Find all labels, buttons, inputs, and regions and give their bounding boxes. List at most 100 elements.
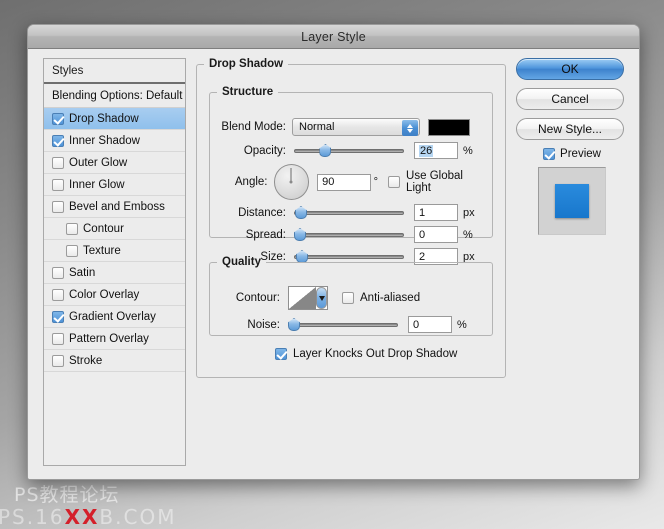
style-row-pattern-overlay[interactable]: Pattern Overlay <box>44 328 185 350</box>
style-row-stroke[interactable]: Stroke <box>44 350 185 372</box>
slider-track <box>294 148 404 153</box>
checkbox-gradient-overlay[interactable] <box>52 310 64 323</box>
checkbox-color-overlay[interactable] <box>52 288 64 301</box>
contour-row: Contour: Anti-aliased <box>220 286 484 310</box>
blend-mode-select[interactable]: Normal <box>292 118 420 136</box>
anti-aliased-label: Anti-aliased <box>360 292 421 304</box>
style-row-gradient-overlay[interactable]: Gradient Overlay <box>44 306 185 328</box>
style-label: Contour <box>83 222 124 235</box>
checkbox-stroke[interactable] <box>52 354 64 367</box>
shadow-color-swatch[interactable] <box>428 118 470 136</box>
style-row-inner-shadow[interactable]: Inner Shadow <box>44 130 185 152</box>
checkbox-satin[interactable] <box>52 266 64 279</box>
angle-value: 90 <box>322 176 335 188</box>
style-label: Color Overlay <box>69 288 140 301</box>
angle-unit: ° <box>373 176 379 188</box>
checkbox-use-global-light[interactable] <box>388 176 401 188</box>
checkbox-drop-shadow[interactable] <box>52 112 64 125</box>
checkbox-inner-glow[interactable] <box>52 178 64 191</box>
angle-dial[interactable] <box>273 164 310 200</box>
angle-label: Angle: <box>234 176 268 188</box>
contour-preset-picker[interactable] <box>288 286 328 310</box>
style-row-texture[interactable]: Texture <box>44 240 185 262</box>
style-row-bevel-and-emboss[interactable]: Bevel and Emboss <box>44 196 185 218</box>
spread-value: 0 <box>419 228 426 241</box>
drop-shadow-group: Drop Shadow Structure Blend Mode: Normal <box>196 58 506 378</box>
slider-thumb[interactable] <box>294 228 306 241</box>
layer-knocks-out-label: Layer Knocks Out Drop Shadow <box>293 348 458 360</box>
styles-list-header: Styles <box>44 59 185 84</box>
style-label: Satin <box>69 266 96 279</box>
dialog-button-column: OK Cancel New Style... Preview <box>516 58 628 235</box>
watermark-suffix: B.COM <box>99 505 177 529</box>
checkbox-contour[interactable] <box>66 222 78 235</box>
spread-input[interactable]: 0 <box>414 226 458 243</box>
noise-input[interactable]: 0 <box>408 316 452 333</box>
distance-label: Distance: <box>238 206 286 219</box>
slider-track <box>294 210 404 215</box>
preview-swatch <box>555 184 589 218</box>
style-row-satin[interactable]: Satin <box>44 262 185 284</box>
drop-shadow-group-title: Drop Shadow <box>209 58 284 70</box>
slider-thumb[interactable] <box>294 206 307 219</box>
slider-thumb[interactable] <box>319 144 332 157</box>
contour-dropdown-button[interactable] <box>316 287 327 309</box>
angle-row: Angle: 90 ° Use Global Light <box>220 164 490 200</box>
spread-row: Spread: 0 % <box>220 226 484 243</box>
quality-group-title: Quality <box>222 256 261 268</box>
new-style-button[interactable]: New Style... <box>516 118 624 140</box>
noise-label: Noise: <box>247 318 280 331</box>
checkbox-outer-glow[interactable] <box>52 156 64 169</box>
blend-mode-row: Blend Mode: Normal <box>220 118 484 136</box>
spread-slider[interactable] <box>294 228 404 242</box>
preview-toggle-row[interactable]: Preview <box>516 148 628 160</box>
checkbox-layer-knocks-out[interactable] <box>275 348 287 360</box>
blend-mode-value: Normal <box>299 121 335 133</box>
quality-group: Quality Contour: Anti-aliased Noise: 0 % <box>209 256 493 336</box>
contour-label: Contour: <box>235 292 280 304</box>
watermark-highlight: XX <box>64 505 100 529</box>
distance-input[interactable]: 1 <box>414 204 458 221</box>
noise-slider[interactable] <box>288 318 398 332</box>
style-row-color-overlay[interactable]: Color Overlay <box>44 284 185 306</box>
checkbox-anti-aliased[interactable] <box>342 292 354 304</box>
blend-mode-label: Blend Mode: <box>221 121 286 133</box>
use-global-light-row[interactable]: Use Global Light <box>388 170 490 194</box>
anti-aliased-row[interactable]: Anti-aliased <box>342 292 420 304</box>
watermark-prefix: PS.16 <box>0 505 65 529</box>
checkbox-bevel-and-emboss[interactable] <box>52 200 64 213</box>
checkbox-preview[interactable] <box>543 148 556 160</box>
style-label: Pattern Overlay <box>69 332 149 345</box>
angle-input[interactable]: 90 <box>317 173 371 191</box>
dialog-title: Layer Style <box>301 29 366 44</box>
style-row-contour[interactable]: Contour <box>44 218 185 240</box>
style-label: Texture <box>83 244 121 257</box>
distance-slider[interactable] <box>294 206 404 220</box>
style-row-drop-shadow[interactable]: Drop Shadow <box>44 108 185 130</box>
blending-options-row[interactable]: Blending Options: Default <box>44 84 185 108</box>
chevron-down-icon <box>318 295 325 301</box>
style-row-inner-glow[interactable]: Inner Glow <box>44 174 185 196</box>
opacity-value: 26 <box>419 144 434 157</box>
stepper-arrows-icon[interactable] <box>402 120 418 136</box>
spread-label: Spread: <box>245 228 286 241</box>
layer-style-dialog: Layer Style Styles Blending Options: Def… <box>27 24 640 480</box>
noise-value: 0 <box>413 318 420 331</box>
style-label: Inner Shadow <box>69 134 140 147</box>
drop-shadow-options-panel: Drop Shadow Structure Blend Mode: Normal <box>196 58 506 466</box>
opacity-slider[interactable] <box>294 144 404 158</box>
style-label: Stroke <box>69 354 103 367</box>
angle-hub-icon <box>289 180 293 184</box>
structure-group: Structure Blend Mode: Normal Opacity: 26… <box>209 86 493 265</box>
opacity-input[interactable]: 26 <box>414 142 458 159</box>
cancel-button[interactable]: Cancel <box>516 88 624 110</box>
checkbox-pattern-overlay[interactable] <box>52 332 64 345</box>
style-row-outer-glow[interactable]: Outer Glow <box>44 152 185 174</box>
ok-button[interactable]: OK <box>516 58 624 80</box>
dialog-titlebar[interactable]: Layer Style <box>28 25 639 49</box>
distance-value: 1 <box>419 206 426 219</box>
slider-thumb[interactable] <box>288 318 300 331</box>
checkbox-texture[interactable] <box>66 244 78 257</box>
checkbox-inner-shadow[interactable] <box>52 134 64 147</box>
layer-knocks-out-row[interactable]: Layer Knocks Out Drop Shadow <box>275 348 457 360</box>
